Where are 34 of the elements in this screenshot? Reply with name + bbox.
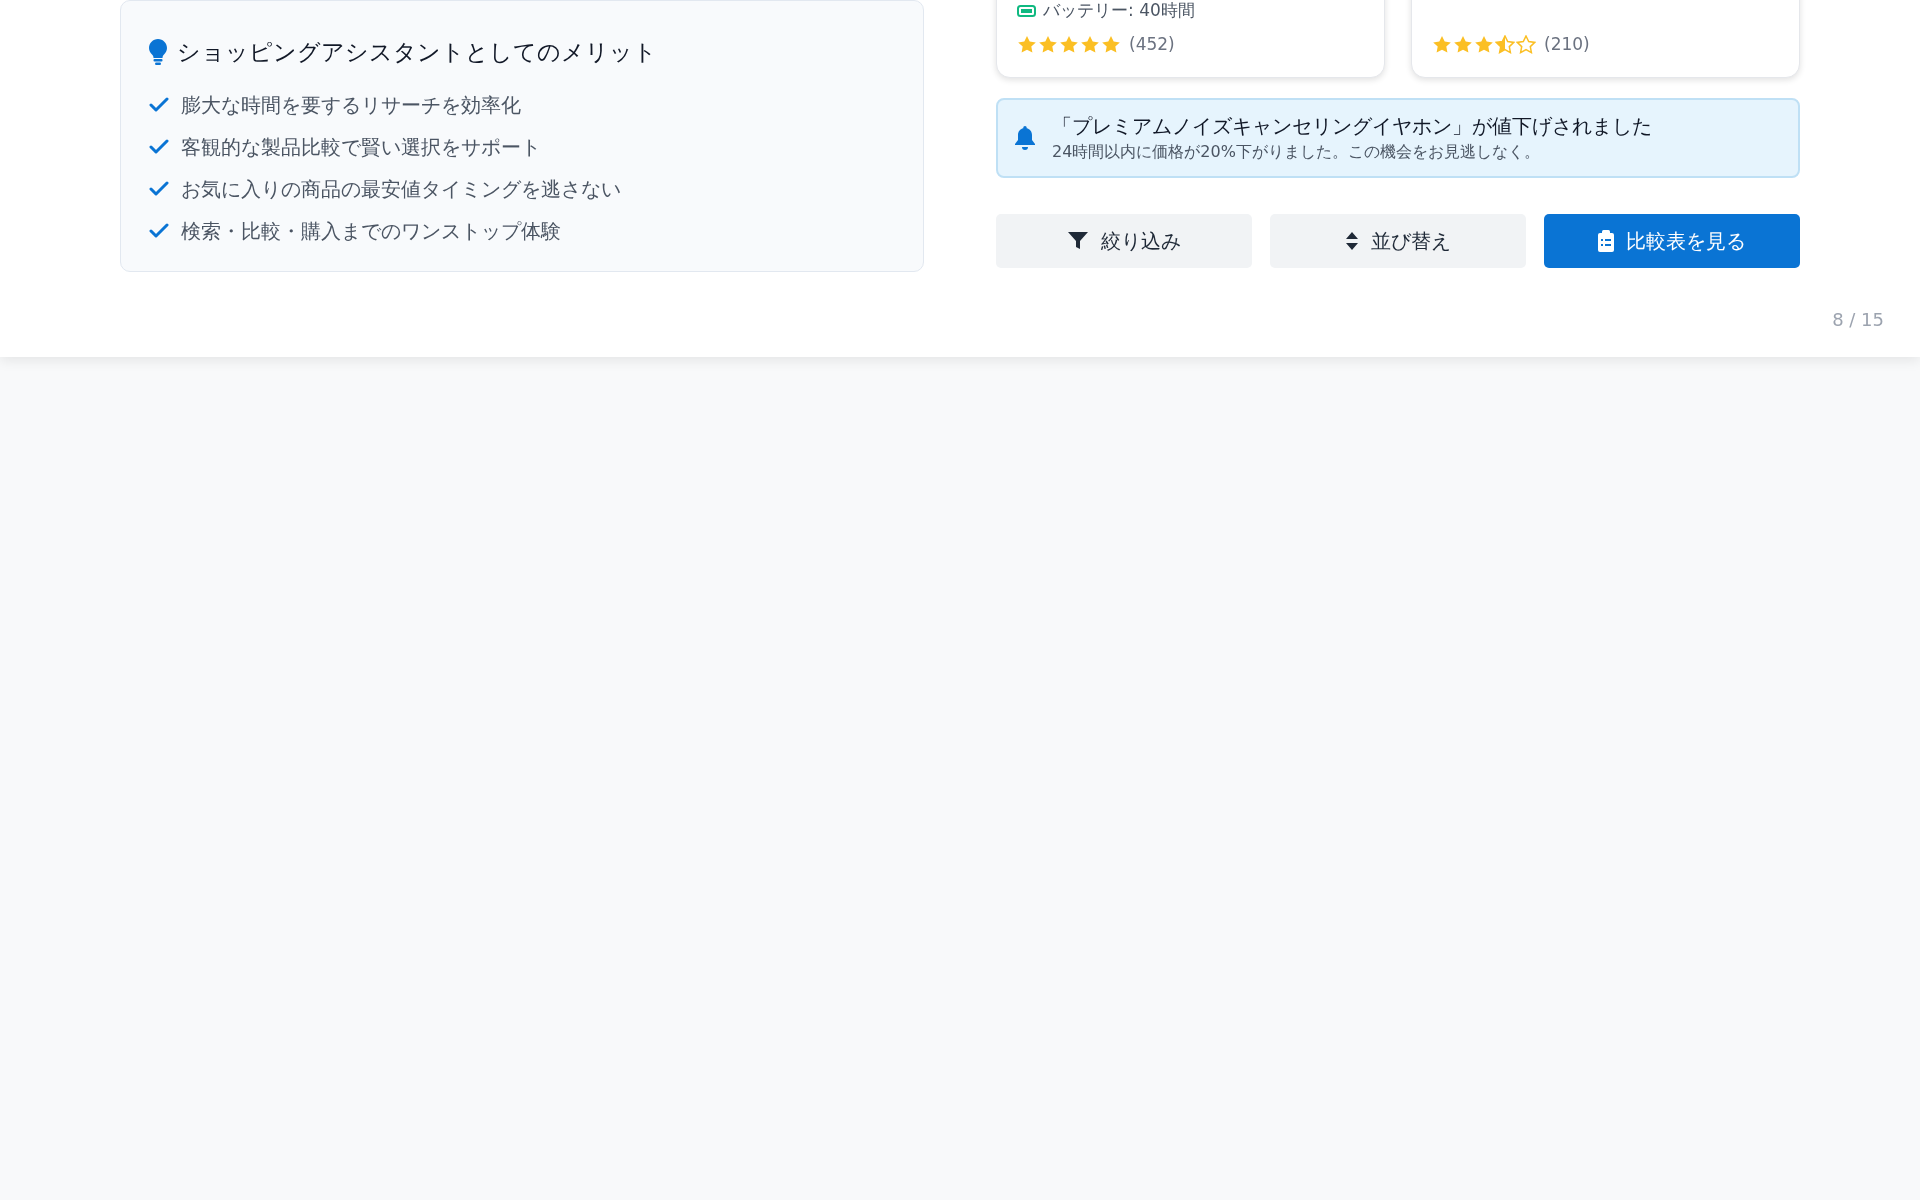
- check-icon: [149, 96, 169, 113]
- star-icon: [1101, 34, 1121, 54]
- lightbulb-icon: [149, 39, 167, 66]
- benefits-title: ショッピングアシスタントとしてのメリット: [177, 38, 657, 67]
- check-icon: [149, 222, 169, 239]
- star-icon: [1038, 34, 1058, 54]
- check-icon: [149, 180, 169, 197]
- star-icon: [1432, 34, 1452, 54]
- battery-icon: [1017, 4, 1037, 17]
- filter-icon: [1067, 231, 1089, 251]
- compare-button[interactable]: 比較表を見る: [1544, 214, 1800, 268]
- review-count: (452): [1129, 32, 1175, 56]
- check-icon: [149, 138, 169, 155]
- review-count: (210): [1544, 32, 1590, 56]
- spec-text: バッテリー: 40時間: [1043, 0, 1195, 22]
- sort-button[interactable]: 並び替え: [1270, 214, 1526, 268]
- sort-icon: [1345, 231, 1359, 251]
- benefit-text: 客観的な製品比較で賢い選択をサポート: [181, 133, 541, 161]
- star-icon: [1516, 34, 1536, 54]
- page-number: 8 / 15: [1832, 308, 1884, 332]
- benefit-text: お気に入りの商品の最安値タイミングを逃さない: [181, 175, 621, 203]
- star-icon: [1474, 34, 1494, 54]
- star-icon: [1017, 34, 1037, 54]
- star-icon: [1495, 34, 1515, 54]
- alert-title: 「プレミアムノイズキャンセリングイヤホン」が値下げされました: [1052, 113, 1652, 140]
- star-icon: [1080, 34, 1100, 54]
- filter-button[interactable]: 絞り込み: [996, 214, 1252, 268]
- benefit-text: 膨大な時間を要するリサーチを効率化: [181, 91, 521, 119]
- alert-message: 24時間以内に価格が20%下がりました。この機会をお見逃しなく。: [1052, 141, 1541, 163]
- star-icon: [1453, 34, 1473, 54]
- clipboard-icon: [1598, 230, 1614, 252]
- bell-icon: [1014, 126, 1036, 150]
- star-icon: [1059, 34, 1079, 54]
- benefit-text: 検索・比較・購入までのワンストップ体験: [181, 217, 561, 245]
